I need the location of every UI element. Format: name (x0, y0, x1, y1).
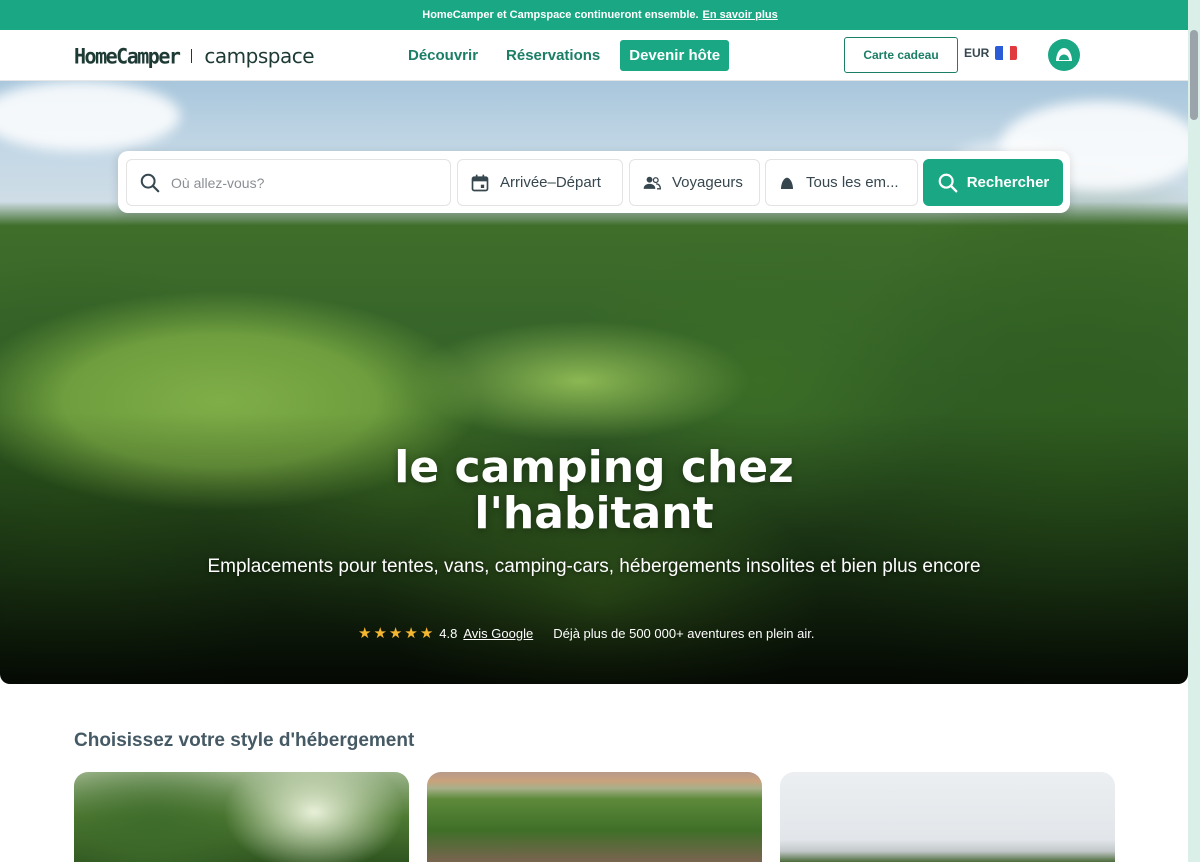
search-button[interactable]: Rechercher (923, 159, 1063, 206)
guests-field[interactable]: Voyageurs (629, 159, 760, 206)
accommodation-card[interactable] (427, 772, 762, 862)
destination-input[interactable]: Où allez-vous? (126, 159, 451, 206)
star-icon: ★ (419, 625, 434, 642)
logo-divider (191, 49, 193, 63)
become-host-button[interactable]: Devenir hôte (620, 40, 730, 71)
main-nav: Découvrir Réservations Devenir hôte (400, 40, 730, 71)
star-icon: ★ (388, 625, 403, 642)
scrollbar-track[interactable] (1188, 0, 1200, 862)
rating-value: 4.8 (439, 625, 458, 641)
learn-more-link[interactable]: En savoir plus (703, 9, 778, 21)
tent-icon (778, 174, 796, 192)
scrollbar-thumb[interactable] (1190, 30, 1198, 120)
search-bar: Où allez-vous? Arrivée–Départ Voyageurs … (118, 151, 1070, 213)
hero-subtitle: Emplacements pour tentes, vans, camping-… (207, 556, 981, 577)
currency-label: EUR (964, 46, 990, 60)
announcement-text: HomeCamper et Campspace continueront ens… (422, 9, 699, 21)
calendar-icon (470, 173, 490, 193)
adventures-text: Déjà plus de 500 000+ aventures en plein… (553, 625, 815, 641)
flag-fr-icon (995, 46, 1018, 60)
logo[interactable]: HomeCamper campspace (74, 42, 315, 70)
guests-label: Voyageurs (672, 174, 743, 191)
search-button-label: Rechercher (966, 174, 1050, 191)
rating-row: ★ ★ ★ ★ ★ 4.8 Avis Google Déjà plus de 5… (358, 624, 814, 642)
search-icon (139, 172, 161, 194)
nav-bookings[interactable]: Réservations (498, 40, 608, 71)
hero-title: le camping chez l'habitant (0, 445, 1188, 537)
hero-title-line1: le camping chez (394, 442, 794, 493)
currency-selector[interactable]: EUR (964, 46, 1018, 60)
announcement-bar: HomeCamper et Campspace continueront ens… (0, 0, 1200, 30)
gift-card-button[interactable]: Carte cadeau (844, 37, 958, 73)
dates-field[interactable]: Arrivée–Départ (457, 159, 623, 206)
search-icon (937, 172, 959, 194)
accommodation-card[interactable] (780, 772, 1115, 862)
cloud-decoration (0, 81, 180, 151)
accommodation-type-field[interactable]: Tous les em... (765, 159, 918, 206)
star-icon: ★ (373, 625, 387, 642)
hero-title-line2: l'habitant (474, 488, 714, 539)
site-header: HomeCamper campspace Découvrir Réservati… (0, 30, 1188, 81)
star-rating: ★ ★ ★ ★ ★ (358, 624, 433, 642)
destination-placeholder: Où allez-vous? (171, 174, 265, 191)
hero-banner: Où allez-vous? Arrivée–Départ Voyageurs … (0, 81, 1188, 684)
accommodation-card[interactable] (74, 772, 409, 862)
google-reviews-link[interactable]: Avis Google (463, 626, 533, 641)
people-icon (642, 173, 662, 193)
user-avatar-icon[interactable] (1048, 39, 1080, 71)
star-icon: ★ (404, 625, 418, 642)
accommodation-type-label: Tous les em... (806, 174, 899, 191)
dates-label: Arrivée–Départ (500, 174, 601, 191)
star-icon: ★ (358, 625, 372, 642)
nav-discover[interactable]: Découvrir (400, 40, 486, 71)
logo-campspace: campspace (204, 44, 315, 68)
section-title: Choisissez votre style d'hébergement (74, 730, 415, 751)
logo-homecamper: HomeCamper (74, 43, 181, 69)
